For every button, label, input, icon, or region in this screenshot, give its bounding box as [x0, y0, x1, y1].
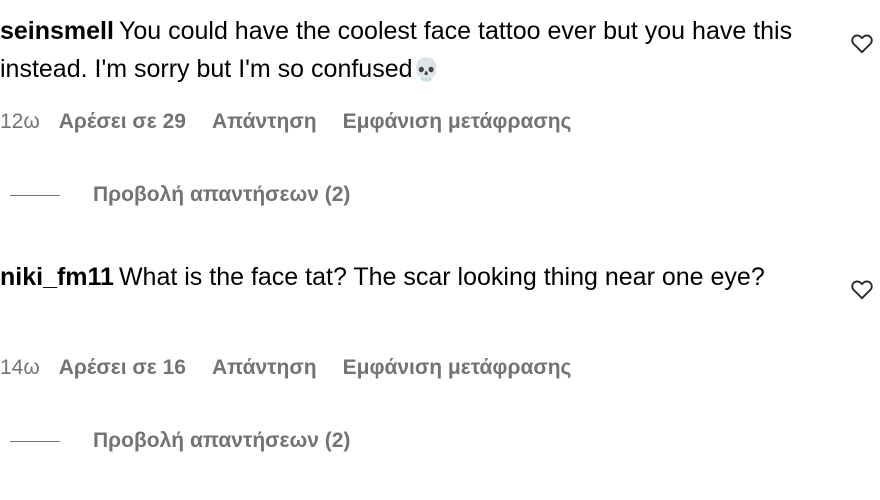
view-replies-button[interactable]: Προβολή απαντήσεων (2): [10, 426, 350, 456]
comment-body: seinsmell You could have the coolest face…: [0, 12, 820, 90]
heart-outline-icon[interactable]: [849, 30, 875, 56]
view-replies-button[interactable]: Προβολή απαντήσεων (2): [10, 180, 350, 210]
comment-body: niki_fm11 What is the face tat? The scar …: [0, 258, 820, 296]
view-replies-label[interactable]: Προβολή απαντήσεων (2): [93, 183, 350, 207]
comment-username[interactable]: seinsmell: [0, 17, 114, 45]
comment-username[interactable]: niki_fm11: [0, 263, 114, 291]
comment-text: You could have the coolest face tattoo e…: [0, 17, 793, 83]
reply-button[interactable]: Απάντηση: [212, 353, 317, 383]
view-replies-label[interactable]: Προβολή απαντήσεων (2): [93, 429, 350, 453]
comment-meta: 14ω Αρέσει σε 16 Απάντηση Εμφάνιση μετάφρασ…: [0, 353, 571, 383]
see-translation-button[interactable]: Εμφάνιση μετάφρασης: [343, 107, 572, 137]
replies-divider-line: [10, 440, 60, 442]
comment-likes-count[interactable]: Αρέσει σε 29: [59, 107, 186, 137]
comment-likes-count[interactable]: Αρέσει σε 16: [59, 353, 186, 383]
see-translation-button[interactable]: Εμφάνιση μετάφρασης: [343, 353, 572, 383]
replies-divider-line: [10, 194, 60, 196]
comment-timestamp[interactable]: 12ω: [0, 107, 40, 137]
heart-outline-icon[interactable]: [849, 276, 875, 302]
skull-emoji: 💀: [412, 58, 440, 83]
comment-timestamp[interactable]: 14ω: [0, 353, 40, 383]
reply-button[interactable]: Απάντηση: [212, 107, 317, 137]
comment-text: What is the face tat? The scar looking t…: [118, 263, 765, 291]
comment-meta: 12ω Αρέσει σε 29 Απάντηση Εμφάνιση μετάφρασ…: [0, 107, 571, 137]
